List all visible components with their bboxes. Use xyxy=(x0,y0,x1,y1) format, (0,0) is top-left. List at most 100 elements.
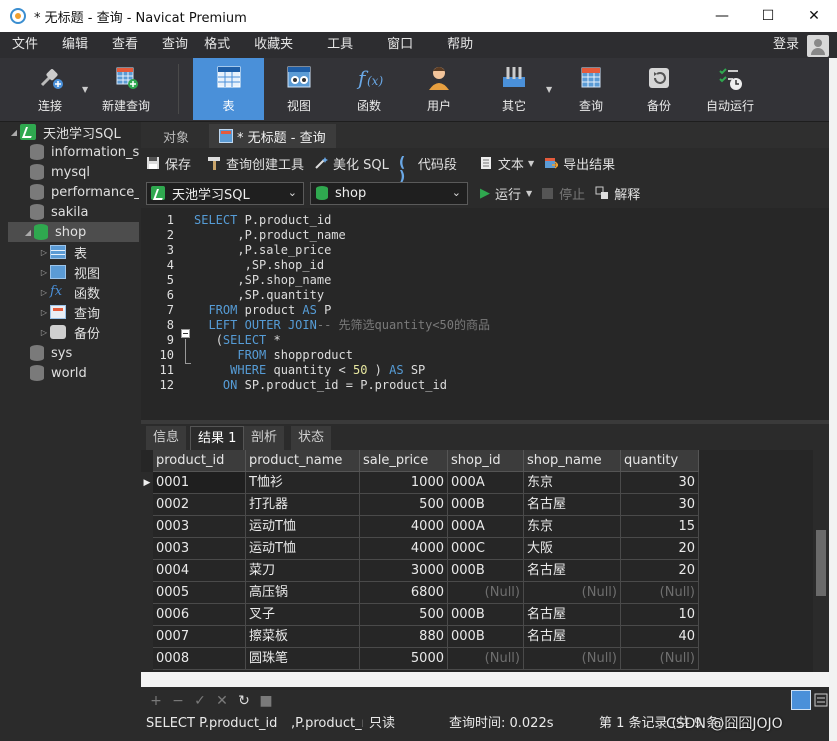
row-header[interactable] xyxy=(141,604,153,626)
tree-db-world[interactable]: world xyxy=(30,363,87,383)
table-cell[interactable]: 圆珠笔 xyxy=(246,648,360,670)
fold-toggle-icon[interactable] xyxy=(181,329,190,338)
expand-icon[interactable]: ▷ xyxy=(38,248,50,257)
add-row-icon[interactable]: + xyxy=(149,693,163,709)
tree-db-information-schema[interactable]: information_s xyxy=(30,142,139,162)
other-dropdown-icon[interactable]: ▼ xyxy=(546,85,552,94)
table-cell[interactable]: 40 xyxy=(621,626,699,648)
table-cell[interactable]: 880 xyxy=(360,626,448,648)
row-header[interactable] xyxy=(141,538,153,560)
menu-format[interactable]: 格式 xyxy=(192,32,242,58)
minimize-button[interactable]: — xyxy=(699,0,745,32)
maximize-button[interactable]: ☐ xyxy=(745,0,791,32)
column-header-product-name[interactable]: product_name xyxy=(246,450,360,472)
table-cell[interactable]: 000A xyxy=(448,516,524,538)
tab-objects[interactable]: 对象 xyxy=(153,124,199,148)
table-cell[interactable]: 000B xyxy=(448,560,524,582)
table-cell[interactable]: 0002 xyxy=(153,494,246,516)
export-results-button[interactable]: 导出结果 xyxy=(544,154,615,173)
table-cell[interactable]: 0004 xyxy=(153,560,246,582)
menu-edit[interactable]: 编辑 xyxy=(50,32,100,58)
collapse-icon[interactable]: ◢ xyxy=(8,128,20,137)
table-cell[interactable]: 0005 xyxy=(153,582,246,604)
table-cell[interactable]: 运动T恤 xyxy=(246,538,360,560)
tree-db-performance-schema[interactable]: performance_ xyxy=(30,182,139,202)
table-cell[interactable]: 000B xyxy=(448,604,524,626)
toolbar-autorun-button[interactable]: 自动运行 xyxy=(700,58,760,120)
table-cell[interactable]: 15 xyxy=(621,516,699,538)
table-cell[interactable]: 000C xyxy=(448,538,524,560)
column-header-shop-id[interactable]: shop_id xyxy=(448,450,524,472)
tree-db-shop[interactable]: ◢ shop xyxy=(8,222,139,242)
delete-row-icon[interactable]: − xyxy=(171,693,185,709)
row-header[interactable] xyxy=(141,560,153,582)
stop-icon[interactable]: ■ xyxy=(259,693,273,709)
table-cell[interactable]: 500 xyxy=(360,494,448,516)
table-cell[interactable]: 3000 xyxy=(360,560,448,582)
toolbar-new-query-button[interactable]: 新建查询 xyxy=(96,58,156,120)
tab-query[interactable]: * 无标题 - 查询 xyxy=(209,124,336,148)
tree-shop-views[interactable]: ▷ 视图 xyxy=(38,262,100,282)
tree-shop-functions[interactable]: ▷ fx 函数 xyxy=(38,282,100,302)
expand-icon[interactable]: ▷ xyxy=(38,328,50,337)
row-header[interactable] xyxy=(141,494,153,516)
table-cell[interactable]: 30 xyxy=(621,472,699,494)
row-header[interactable] xyxy=(141,582,153,604)
column-header-sale-price[interactable]: sale_price xyxy=(360,450,448,472)
table-cell[interactable]: 10 xyxy=(621,604,699,626)
connection-select[interactable]: 天池学习SQL ⌄ xyxy=(146,181,304,205)
row-header[interactable] xyxy=(141,648,153,670)
table-cell[interactable]: 名古屋 xyxy=(524,560,621,582)
row-header[interactable]: ▶ xyxy=(141,472,153,494)
run-button[interactable]: ▶ 运行 ▼ xyxy=(480,184,532,203)
tree-db-sys[interactable]: sys xyxy=(30,343,72,363)
table-cell[interactable]: 20 xyxy=(621,560,699,582)
menu-tools[interactable]: 工具 xyxy=(315,32,375,58)
menu-query[interactable]: 查询 xyxy=(150,32,192,58)
tab-profile[interactable]: 剖析 xyxy=(244,426,285,450)
avatar[interactable] xyxy=(807,35,829,57)
table-cell[interactable]: 打孔器 xyxy=(246,494,360,516)
table-cell[interactable]: 运动T恤 xyxy=(246,516,360,538)
toolbar-other-button[interactable]: 其它 xyxy=(485,58,543,120)
table-cell[interactable]: 东京 xyxy=(524,516,621,538)
column-header-product-id[interactable]: product_id xyxy=(153,450,246,472)
table-cell[interactable]: (Null) xyxy=(524,648,621,670)
table-cell[interactable]: 6800 xyxy=(360,582,448,604)
grid-vertical-scrollbar[interactable] xyxy=(813,450,829,672)
table-cell[interactable]: 500 xyxy=(360,604,448,626)
tab-result-1[interactable]: 结果 1 xyxy=(190,426,245,450)
toolbar-function-button[interactable]: f (x) 函数 xyxy=(340,58,398,120)
table-cell[interactable]: (Null) xyxy=(448,648,524,670)
menu-favorites[interactable]: 收藏夹 xyxy=(242,32,315,58)
chevron-down-icon[interactable]: ▼ xyxy=(526,189,532,198)
toolbar-user-button[interactable]: 用户 xyxy=(410,58,468,120)
toolbar-query-button[interactable]: 查询 xyxy=(562,58,620,120)
table-cell[interactable]: 000A xyxy=(448,472,524,494)
tree-db-mysql[interactable]: mysql xyxy=(30,162,90,182)
result-grid[interactable]: product_id product_name sale_price shop_id s… xyxy=(141,450,813,672)
toolbar-table-button[interactable]: 表 xyxy=(193,58,264,120)
table-cell[interactable]: 5000 xyxy=(360,648,448,670)
sql-editor[interactable]: 1 2 3 4 5 6 7 8 9 10 11 12 SELECT P.prod… xyxy=(141,208,829,420)
stop-button[interactable]: 停止 xyxy=(542,184,585,203)
table-cell[interactable]: T恤衫 xyxy=(246,472,360,494)
menu-help[interactable]: 帮助 xyxy=(435,32,485,58)
table-cell[interactable]: 擦菜板 xyxy=(246,626,360,648)
refresh-icon[interactable]: ↻ xyxy=(237,693,251,709)
table-cell[interactable]: (Null) xyxy=(448,582,524,604)
table-cell[interactable]: 高压锅 xyxy=(246,582,360,604)
save-button[interactable]: 保存 xyxy=(146,154,191,173)
toolbar-backup-button[interactable]: 备份 xyxy=(630,58,688,120)
table-cell[interactable]: 名古屋 xyxy=(524,494,621,516)
scrollbar-thumb[interactable] xyxy=(816,530,826,596)
code-snippet-button[interactable]: ( ) 代码段 xyxy=(399,154,457,184)
expand-icon[interactable]: ▷ xyxy=(38,268,50,277)
discard-icon[interactable]: ✕ xyxy=(215,693,229,709)
column-header-quantity[interactable]: quantity xyxy=(621,450,699,472)
expand-icon[interactable]: ▷ xyxy=(38,308,50,317)
table-cell[interactable]: 000B xyxy=(448,626,524,648)
close-button[interactable]: ✕ xyxy=(791,0,837,32)
collapse-icon[interactable]: ◢ xyxy=(22,228,34,237)
menu-window[interactable]: 窗口 xyxy=(375,32,435,58)
